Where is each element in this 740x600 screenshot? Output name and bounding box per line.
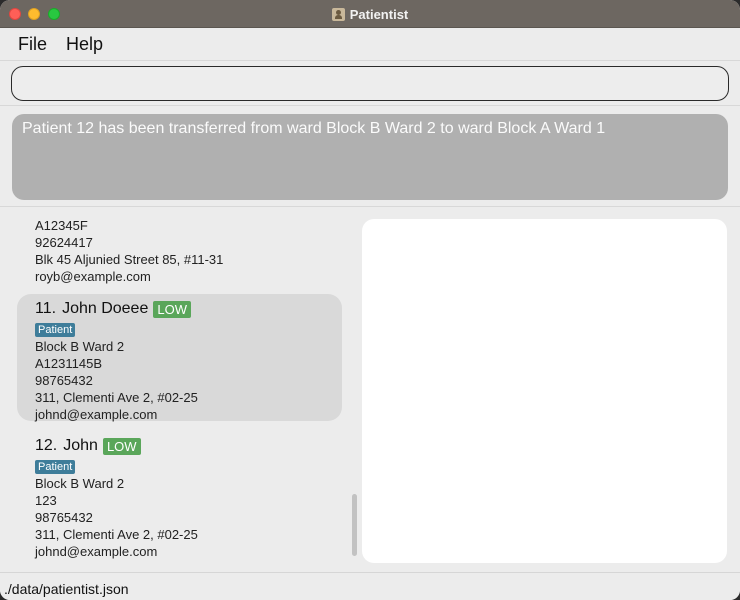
result-display: Patient 12 has been transferred from war…	[12, 114, 728, 200]
patient-card[interactable]: 12. John LOW Patient Block B Ward 2 123 …	[17, 431, 342, 559]
list-scrollbar[interactable]	[352, 494, 357, 556]
patient-ward: Block B Ward 2	[35, 476, 125, 491]
window-title-group: Patientist	[0, 0, 740, 28]
patient-tag: Patient	[35, 323, 76, 337]
title-bar: Patientist	[0, 0, 740, 28]
status-bar: ./data/patientist.json	[0, 573, 740, 600]
patient-detail-panel	[362, 219, 727, 563]
person-icon	[331, 7, 345, 21]
patient-tag: Patient	[35, 460, 76, 474]
patient-name-row: 12. John LOW	[35, 435, 342, 457]
patient-phone: 98765432	[35, 373, 93, 388]
patient-name: John Doeee	[62, 300, 149, 317]
data-file-path: ./data/patientist.json	[4, 581, 129, 597]
patient-id: A1231145B	[35, 356, 102, 371]
priority-badge: LOW	[102, 437, 141, 455]
patient-address: 311, Clementi Ave 2, #02-25	[35, 390, 198, 405]
patient-address: 311, Clementi Ave 2, #02-25	[35, 527, 198, 542]
app-window: Patientist File Help Patient 12 has been…	[0, 0, 740, 600]
priority-badge: LOW	[153, 300, 191, 318]
window-title: Patientist	[349, 6, 409, 22]
menu-help[interactable]: Help	[66, 34, 103, 55]
command-box-area	[0, 60, 740, 106]
patient-email: royb@example.com	[35, 269, 151, 284]
patient-card[interactable]: A12345F 92624417 Blk 45 Aljunied Street …	[17, 214, 342, 284]
patient-index: 11.	[35, 300, 57, 317]
patient-email: johnd@example.com	[35, 544, 158, 559]
patient-list-panel[interactable]: A12345F 92624417 Blk 45 Aljunied Street …	[11, 214, 361, 566]
patient-index: 12.	[35, 437, 58, 454]
patient-address: Blk 45 Aljunied Street 85, #11-31	[35, 252, 224, 267]
result-display-area: Patient 12 has been transferred from war…	[0, 107, 740, 207]
patient-id: 123	[35, 493, 57, 508]
command-input[interactable]	[11, 66, 729, 101]
patient-phone: 98765432	[35, 510, 93, 525]
menu-file[interactable]: File	[18, 34, 47, 55]
patient-email: johnd@example.com	[35, 407, 158, 422]
menu-bar: File Help	[0, 28, 740, 60]
patient-id: A12345F	[35, 218, 88, 233]
patient-card-selected[interactable]: 11. John Doeee LOW Patient Block B Ward …	[17, 294, 342, 422]
patient-name-row: 11. John Doeee LOW	[35, 298, 342, 320]
patient-name: John	[63, 437, 98, 454]
patient-phone: 92624417	[35, 235, 93, 250]
patient-ward: Block B Ward 2	[35, 339, 125, 354]
